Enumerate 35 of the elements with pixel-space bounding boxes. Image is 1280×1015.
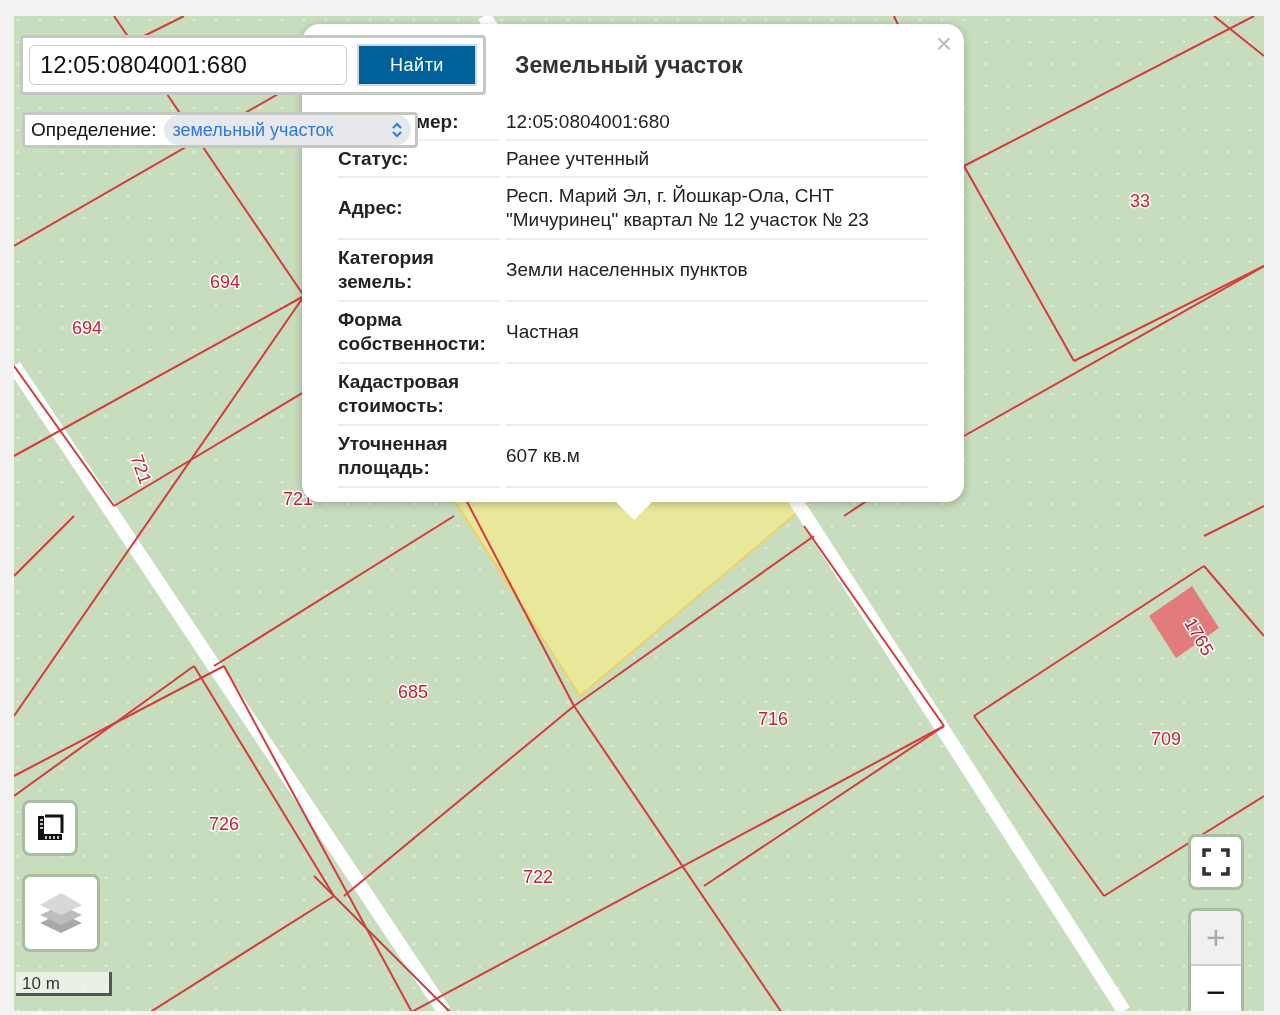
field-value: 12:05:0804001:680 [506, 109, 670, 134]
field-label: Форма собственности: [338, 308, 487, 356]
parcel-number: 726 [209, 814, 240, 834]
field-label: Кадастровая стоимость: [338, 370, 461, 418]
scale-bar: 10 m [16, 972, 112, 996]
parcel-number: 709 [1151, 729, 1182, 749]
zoom-out-button[interactable]: − [1191, 965, 1241, 1011]
ruler-icon [36, 814, 64, 842]
find-button[interactable]: Найти [357, 44, 477, 86]
field-label: Категория земель: [338, 246, 435, 294]
field-label: мер: [416, 109, 459, 134]
field-value: Частная [506, 320, 579, 344]
parcel-number: 694 [72, 318, 103, 338]
definition-select[interactable]: земельный участок [164, 115, 411, 145]
parcel-number: 694 [210, 272, 241, 292]
popup-title: Земельный участок [515, 52, 744, 80]
definition-label: Определение: [31, 119, 157, 141]
field-label: Статус: [338, 146, 409, 171]
field-value: Респ. Марий Эл, г. Йошкар-Ола, СНТ "Мичуринец" квартал № 12 участок № 23 [506, 184, 870, 232]
ruler-button[interactable] [22, 800, 78, 856]
field-value: Земли населенных пунктов [506, 258, 748, 282]
field-label: Уточненная площадь: [338, 432, 449, 480]
layers-icon [38, 891, 84, 935]
field-value: 607 кв.м [506, 444, 580, 468]
search-field[interactable]: 12:05:0804001:680 [29, 45, 347, 85]
chevron-up-down-icon [391, 122, 403, 138]
parcel-number: 33 [1130, 191, 1151, 211]
parcel-number: 721 [126, 451, 156, 487]
parcel-number: 716 [758, 709, 789, 729]
fullscreen-icon [1202, 848, 1230, 876]
parcel-number: 685 [398, 682, 429, 702]
field-label: Адрес: [338, 196, 403, 220]
fullscreen-button[interactable] [1188, 834, 1244, 890]
field-value: Ранее учтенный [506, 146, 650, 171]
parcel-number: 722 [523, 867, 554, 887]
